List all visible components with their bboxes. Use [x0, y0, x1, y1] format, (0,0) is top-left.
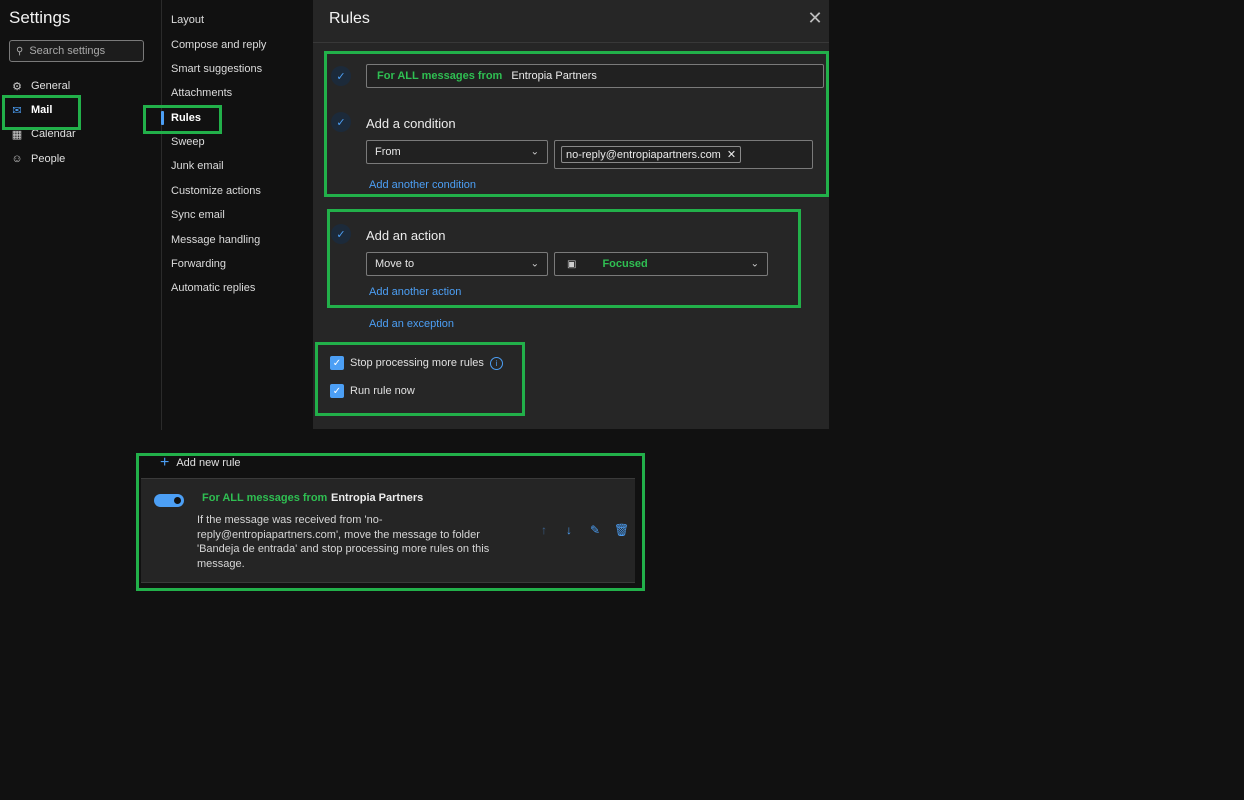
edit-icon[interactable]: ✎ [590, 523, 600, 537]
nav-item-people[interactable]: ☺ People [10, 150, 65, 168]
sender-address-input[interactable]: no-reply@entropiapartners.com ✕ [554, 140, 813, 169]
folder-dropdown[interactable]: ▣ Focused ⌄ [554, 252, 768, 276]
subnav-rules[interactable]: Rules [171, 110, 201, 126]
panel-divider [313, 42, 829, 43]
nav-label: Mail [31, 104, 53, 116]
sender-chip-text: no-reply@entropiapartners.com [566, 148, 721, 161]
close-icon[interactable]: ✕ [806, 9, 824, 27]
rule-name-prefix: For ALL messages from [377, 70, 503, 82]
stop-processing-checkbox[interactable]: ✓ [330, 356, 344, 370]
remove-chip-icon[interactable]: ✕ [727, 148, 736, 161]
mail-icon: ✉ [12, 104, 22, 117]
action-dropdown[interactable]: Move to ⌄ [366, 252, 548, 276]
add-another-condition-link[interactable]: Add another condition [369, 179, 476, 191]
add-new-rule-label: Add new rule [176, 457, 241, 469]
nav-label: People [31, 153, 66, 165]
add-new-rule-button[interactable]: + Add new rule [160, 454, 241, 472]
people-icon: ☺ [11, 153, 23, 165]
rule-item-prefix: For ALL messages from [202, 492, 328, 504]
run-rule-now-label: Run rule now [350, 385, 415, 397]
chevron-down-icon: ⌄ [530, 258, 539, 270]
chevron-down-icon: ⌄ [750, 258, 759, 270]
subnav-sync-email[interactable]: Sync email [171, 207, 225, 223]
nav-item-general[interactable]: ⚙ General [10, 77, 70, 95]
subnav-sweep[interactable]: Sweep [171, 134, 205, 150]
rule-name-value: Entropia Partners [511, 70, 597, 82]
condition-dropdown[interactable]: From ⌄ [366, 140, 548, 164]
subnav-layout[interactable]: Layout [171, 12, 204, 28]
column-divider [161, 0, 162, 430]
subnav-forwarding[interactable]: Forwarding [171, 256, 226, 272]
add-another-action-link[interactable]: Add another action [369, 286, 461, 298]
search-settings-input[interactable]: ⚲ Search settings [9, 40, 144, 62]
action-heading: Add an action [366, 228, 446, 243]
subnav-attachments[interactable]: Attachments [171, 85, 232, 101]
run-rule-now-checkbox[interactable]: ✓ [330, 384, 344, 398]
move-up-icon[interactable]: ↑ [541, 523, 547, 537]
checkmark-icon: ✓ [331, 224, 351, 244]
nav-item-calendar[interactable]: ▦ Calendar [10, 125, 76, 143]
action-value: Move to [375, 258, 415, 270]
folder-value: Focused [602, 258, 648, 270]
settings-title: Settings [9, 8, 71, 27]
rule-enabled-toggle[interactable] [154, 494, 184, 507]
subnav-message-handling[interactable]: Message handling [171, 232, 260, 248]
gear-icon: ⚙ [12, 80, 22, 93]
nav-label: Calendar [31, 128, 76, 140]
active-indicator [161, 111, 164, 125]
move-down-icon[interactable]: ↓ [566, 523, 572, 537]
plus-icon: + [160, 454, 170, 471]
chevron-down-icon: ⌄ [530, 146, 539, 158]
panel-title: Rules [329, 10, 370, 27]
subnav-automatic-replies[interactable]: Automatic replies [171, 280, 255, 296]
search-icon: ⚲ [16, 45, 24, 57]
add-exception-link[interactable]: Add an exception [369, 318, 454, 330]
subnav-junk-email[interactable]: Junk email [171, 158, 224, 174]
rule-item-description: If the message was received from 'no-rep… [197, 514, 490, 570]
subnav-customize-actions[interactable]: Customize actions [171, 183, 261, 199]
rule-item-name: Entropia Partners [331, 492, 424, 504]
nav-label: General [31, 80, 71, 92]
folder-icon: ▣ [567, 258, 577, 270]
checkmark-icon: ✓ [331, 66, 351, 86]
search-placeholder: Search settings [29, 45, 106, 57]
checkmark-icon: ✓ [331, 112, 351, 132]
subnav-smart-suggestions[interactable]: Smart suggestions [171, 61, 262, 77]
delete-icon[interactable]: 🗑 [614, 523, 629, 537]
stop-processing-label: Stop processing more rules [350, 357, 484, 369]
condition-heading: Add a condition [366, 116, 456, 131]
subnav-compose-and-reply[interactable]: Compose and reply [171, 37, 266, 53]
condition-value: From [375, 146, 401, 158]
calendar-icon: ▦ [11, 128, 23, 141]
sender-chip: no-reply@entropiapartners.com ✕ [561, 146, 742, 163]
info-icon[interactable]: i [490, 357, 503, 370]
rule-name-input[interactable]: For ALL messages from Entropia Partners [366, 64, 824, 88]
nav-item-mail[interactable]: ✉ Mail [10, 101, 52, 119]
